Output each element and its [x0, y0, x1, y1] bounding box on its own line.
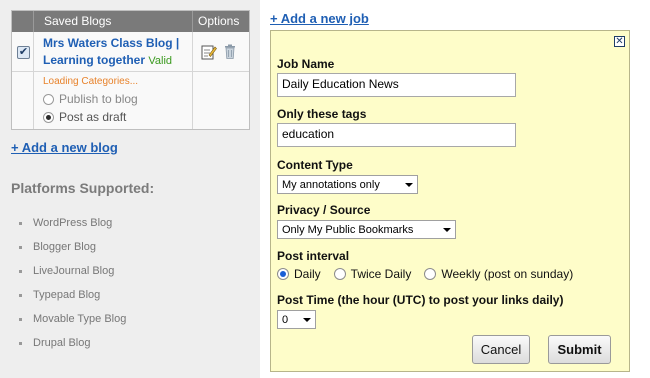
options-divider [192, 72, 193, 129]
header-check-column [12, 11, 34, 32]
tags-input[interactable]: education [277, 123, 516, 147]
bullet-icon [19, 293, 22, 297]
table-header: Saved Blogs Options [12, 11, 249, 32]
list-item: Drupal Blog [19, 331, 126, 355]
bullet-icon [19, 221, 22, 225]
bullet-icon [19, 245, 22, 249]
platform-list: WordPress Blog Blogger Blog LiveJournal Bl… [19, 211, 126, 355]
draft-label: Post as draft [59, 110, 127, 124]
header-saved-blogs: Saved Blogs [44, 14, 112, 28]
post-interval-label: Post interval [277, 249, 350, 263]
interval-twice-daily-option[interactable]: Twice Daily [333, 267, 412, 281]
loading-categories-text: Loading Categories... [43, 76, 139, 87]
job-form: ✕ Job Name Daily Education News Only the… [270, 30, 630, 372]
list-item: WordPress Blog [19, 211, 126, 235]
post-time-label: Post Time (the hour (UTC) to post your l… [277, 293, 564, 307]
content-type-select[interactable]: My annotations only [277, 175, 418, 194]
chevron-down-icon [443, 227, 451, 232]
chevron-down-icon [405, 182, 413, 187]
bullet-icon [19, 341, 22, 345]
table-row: Loading Categories... Publish to blog Po… [12, 72, 249, 129]
post-time-value: 0 [282, 313, 289, 326]
content-type-value: My annotations only [282, 178, 380, 191]
interval-twice-daily-label: Twice Daily [350, 267, 412, 281]
edit-icon[interactable] [201, 44, 217, 60]
interval-daily-option[interactable]: Daily [277, 267, 321, 281]
platform-name: Blogger Blog [33, 241, 96, 253]
valid-badge: Valid [148, 55, 173, 67]
check-cell: ✔ [12, 32, 34, 71]
bullet-icon [19, 317, 22, 321]
interval-weekly-label: Weekly (post on sunday) [441, 267, 574, 281]
platform-name: WordPress Blog [33, 217, 113, 229]
add-new-blog-link[interactable]: + Add a new blog [11, 140, 118, 155]
submit-button[interactable]: Submit [548, 335, 611, 364]
interval-daily-label: Daily [294, 267, 321, 281]
interval-daily-radio[interactable] [277, 268, 289, 280]
saved-blogs-table: Saved Blogs Options ✔ Mrs Waters Class B… [11, 10, 250, 130]
list-item: Blogger Blog [19, 235, 126, 259]
content-type-label: Content Type [277, 158, 353, 172]
list-item: Movable Type Blog [19, 307, 126, 331]
blog-checkbox[interactable]: ✔ [17, 46, 30, 59]
chevron-down-icon [303, 317, 311, 322]
privacy-source-select[interactable]: Only My Public Bookmarks [277, 220, 456, 239]
publish-label: Publish to blog [59, 92, 138, 106]
blog-title-link[interactable]: Mrs Waters Class Blog | Learning togethe… [43, 35, 191, 70]
bullet-icon [19, 269, 22, 273]
interval-weekly-radio[interactable] [424, 268, 437, 280]
platforms-heading: Platforms Supported: [11, 180, 155, 196]
add-new-job-link[interactable]: + Add a new job [270, 11, 369, 26]
job-name-label: Job Name [277, 57, 335, 71]
publish-to-blog-option[interactable]: Publish to blog [43, 92, 138, 106]
close-icon[interactable]: ✕ [614, 36, 625, 47]
tags-label: Only these tags [277, 107, 367, 121]
platform-name: Drupal Blog [33, 337, 91, 349]
platform-name: Movable Type Blog [33, 313, 127, 325]
check-cell [12, 72, 34, 129]
publish-radio[interactable] [43, 93, 54, 105]
header-divider [192, 11, 193, 32]
table-row: ✔ Mrs Waters Class Blog | Learning toget… [12, 32, 249, 72]
privacy-source-value: Only My Public Bookmarks [282, 223, 414, 236]
post-time-select[interactable]: 0 [277, 310, 316, 329]
platform-name: LiveJournal Blog [33, 265, 115, 277]
left-panel: Saved Blogs Options ✔ Mrs Waters Class B… [0, 0, 260, 378]
header-options: Options [198, 14, 240, 28]
interval-twice-daily-radio[interactable] [333, 268, 346, 280]
cancel-button[interactable]: Cancel [472, 335, 530, 364]
draft-radio[interactable] [43, 111, 54, 123]
options-divider [192, 32, 193, 71]
trash-icon[interactable] [224, 44, 236, 59]
post-as-draft-option[interactable]: Post as draft [43, 110, 126, 124]
list-item: LiveJournal Blog [19, 259, 126, 283]
list-item: Typepad Blog [19, 283, 126, 307]
post-interval-options: Daily Twice Daily Weekly (post on sunday… [277, 267, 586, 281]
interval-weekly-option[interactable]: Weekly (post on sunday) [424, 267, 573, 281]
privacy-source-label: Privacy / Source [277, 203, 371, 217]
platform-name: Typepad Blog [33, 289, 101, 301]
job-name-input[interactable]: Daily Education News [277, 73, 516, 97]
